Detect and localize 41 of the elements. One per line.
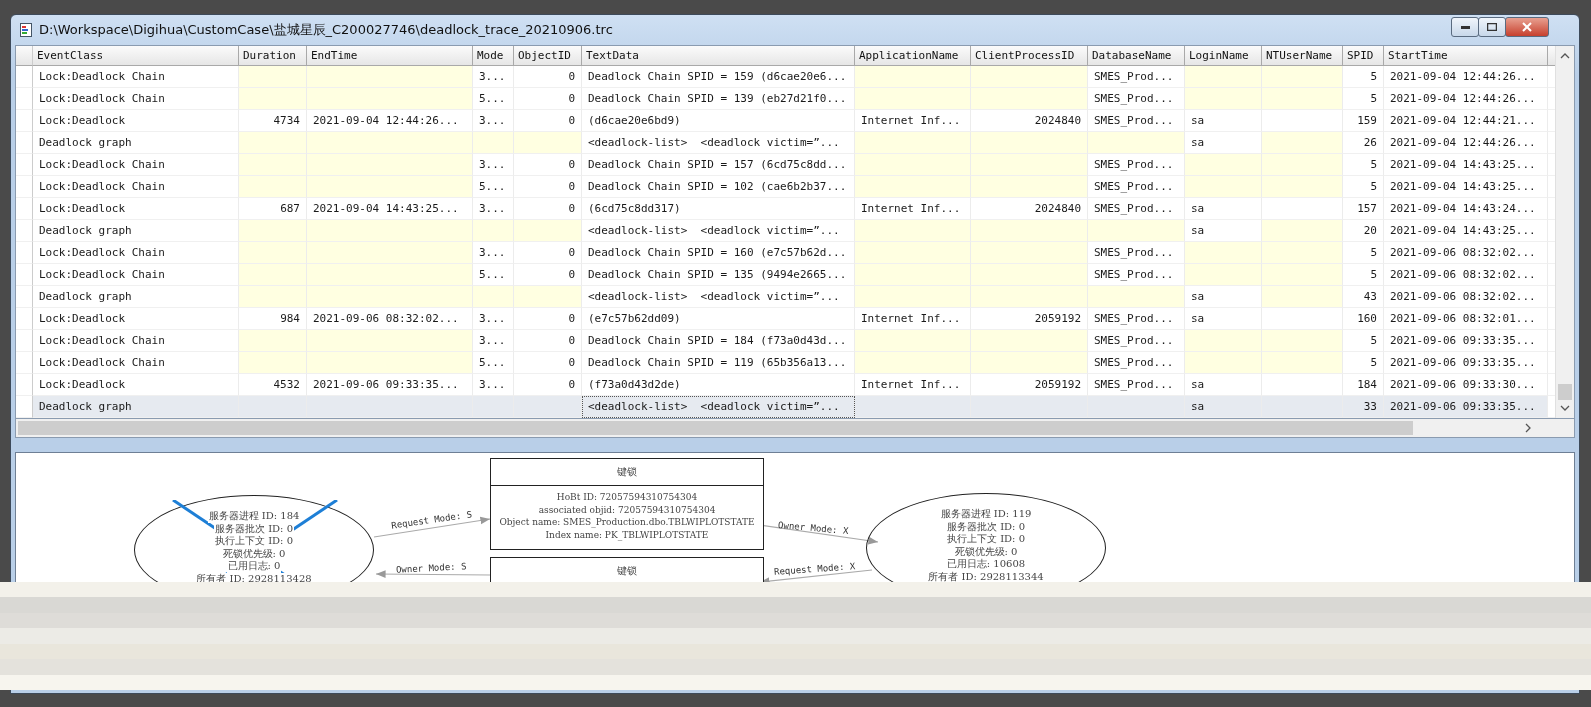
column-header[interactable]: DatabaseName	[1088, 46, 1185, 66]
column-header[interactable]: Duration	[239, 46, 307, 66]
window-title: D:\Workspace\Digihua\CustomCase\盐城星辰_C200027746\deadlock_trace_20210906.trc	[39, 21, 613, 39]
column-header[interactable]: ApplicationName	[855, 46, 971, 66]
table-row[interactable]: Deadlock graph <deadlock-list> <deadlock victim=”... sa 26 2021-09-04 12:44:26...	[16, 132, 1556, 154]
node-details: HoBt ID: 72057594310754304 associated objid: 72057594310754304 Object name: SMES_Production.dbo.TBLWIPLOTSTATE Index name: PK_TBLWIPLOTSTATE	[498, 491, 756, 541]
node-title: 键锁	[617, 465, 637, 479]
table-cell: sa	[1185, 396, 1262, 418]
column-header[interactable]: ObjectID	[514, 46, 582, 66]
table-row[interactable]: Deadlock graph <deadlock-list> <deadlock victim=”... sa 33 2021-09-06 09:33:35...	[16, 396, 1556, 418]
table-row[interactable]: Deadlock graph <deadlock-list> <deadlock victim=”... sa 43 2021-09-06 08:32:02...	[16, 286, 1556, 308]
table-row[interactable]: Lock:Deadlock Chain 3... 0 Deadlock Chain SPID = 159 (d6cae20e6... SMES_Prod... 5 2021-09-04 12:44:26...	[16, 66, 1556, 88]
edge-label: Request Mode: X	[773, 561, 856, 577]
table-row[interactable]: Lock:Deadlock 4734 2021-09-04 12:44:26... 3... 0 (d6cae20e6bd9) Internet Inf... 2024840 SMES_Prod... sa 159 2021-09-04 12:44:21...	[16, 110, 1556, 132]
table-row[interactable]: Lock:Deadlock Chain 3... 0 Deadlock Chain SPID = 160 (e7c57b62d... SMES_Prod... 5 2021-09-06 08:32:02...	[16, 242, 1556, 264]
table-row[interactable]: Lock:Deadlock Chain 5... 0 Deadlock Chain SPID = 119 (65b356a13... SMES_Prod... 5 2021-09-06 09:33:35...	[16, 352, 1556, 374]
table-row[interactable]: Lock:Deadlock Chain 3... 0 Deadlock Chain SPID = 157 (6cd75c8dd... SMES_Prod... 5 2021-09-04 14:43:25...	[16, 154, 1556, 176]
column-header[interactable]: TextData	[582, 46, 855, 66]
column-header[interactable]: SPID	[1343, 46, 1384, 66]
edge-label: Owner Mode: S	[395, 561, 467, 575]
table-row[interactable]: Deadlock graph <deadlock-list> <deadlock victim=”... sa 20 2021-09-04 14:43:25...	[16, 220, 1556, 242]
column-header[interactable]: EndTime	[307, 46, 473, 66]
table-row[interactable]: Lock:Deadlock Chain 5... 0 Deadlock Chain SPID = 139 (eb27d21f0... SMES_Prod... 5 2021-09-04 12:44:26...	[16, 88, 1556, 110]
table-row[interactable]: Lock:Deadlock Chain 5... 0 Deadlock Chain SPID = 102 (cae6b2b37... SMES_Prod... 5 2021-09-04 14:43:25...	[16, 176, 1556, 198]
table-row[interactable]: Lock:Deadlock 687 2021-09-04 14:43:25... 3... 0 (6cd75c8dd317) Internet Inf... 2024840 SMES_Prod... sa 157 2021-09-04 14:43:24...	[16, 198, 1556, 220]
table-row[interactable]: Lock:Deadlock Chain 5... 0 Deadlock Chain SPID = 135 (9494e2665... SMES_Prod... 5 2021-09-06 08:32:02...	[16, 264, 1556, 286]
column-header[interactable]: EventClass	[33, 46, 239, 66]
edge-label: Owner Mode: X	[777, 519, 849, 537]
edge-label: Request Mode: S	[390, 509, 473, 531]
table-row[interactable]: Lock:Deadlock Chain 3... 0 Deadlock Chain SPID = 184 (f73a0d43d... SMES_Prod... 5 2021-09-06 09:33:35...	[16, 330, 1556, 352]
column-header[interactable]: NTUserName	[1262, 46, 1343, 66]
table-cell: 33	[1343, 396, 1384, 418]
column-header[interactable]: LoginName	[1185, 46, 1262, 66]
column-header[interactable]: Mode	[473, 46, 514, 66]
table-cell: <deadlock-list> <deadlock victim=”...	[582, 396, 855, 418]
table-row[interactable]: Lock:Deadlock 4532 2021-09-06 09:33:35... 3... 0 (f73a0d43d2de) Internet Inf... 2059192 SMES_Prod... sa 184 2021-09-06 09:33:30...	[16, 374, 1556, 396]
column-header[interactable]: StartTime	[1384, 46, 1548, 66]
column-header[interactable]: ClientProcessID	[971, 46, 1088, 66]
node-title: 键锁	[617, 564, 637, 578]
table-cell: Deadlock graph	[33, 396, 239, 418]
table-row[interactable]: Lock:Deadlock 984 2021-09-06 08:32:02... 3... 0 (e7c57b62dd09) Internet Inf... 2059192 SMES_Prod... sa 160 2021-09-06 08:32:01...	[16, 308, 1556, 330]
